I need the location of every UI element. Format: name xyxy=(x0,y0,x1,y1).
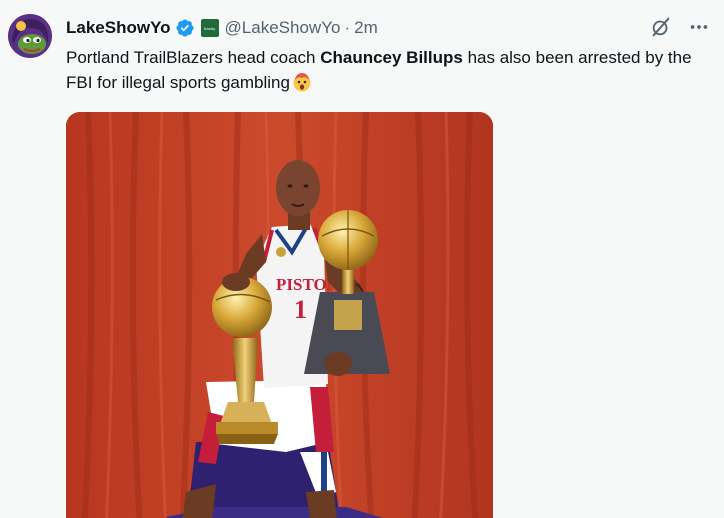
exploding-head-emoji-icon xyxy=(292,72,312,92)
tweet-header: LakeShowYo Kandy @LakeShowYo · 2m xyxy=(66,17,378,39)
avatar-image xyxy=(8,14,52,58)
photo-illustration: PISTONS 1 xyxy=(66,112,493,518)
tweet-photo[interactable]: PISTONS 1 xyxy=(66,112,493,518)
tweet-text-bold-name[interactable]: Chauncey Billups xyxy=(320,48,463,67)
affiliate-badge-text: Kandy xyxy=(203,25,216,31)
tweet-actions xyxy=(648,14,712,40)
more-options-icon[interactable] xyxy=(686,14,712,40)
tweet-text: Portland TrailBlazers head coach Chaunce… xyxy=(66,45,716,95)
tweet[interactable]: LakeShowYo Kandy @LakeShowYo · 2m Portla… xyxy=(0,0,724,518)
separator-dot: · xyxy=(344,18,351,37)
display-name[interactable]: LakeShowYo xyxy=(66,18,171,38)
affiliate-badge[interactable]: Kandy xyxy=(200,19,219,37)
timestamp[interactable]: 2m xyxy=(354,18,378,38)
verified-badge-icon xyxy=(175,18,195,38)
handle[interactable]: @LakeShowYo xyxy=(225,18,341,38)
grok-icon[interactable] xyxy=(648,14,674,40)
tweet-text-part-1: Portland TrailBlazers head coach xyxy=(66,48,321,67)
jersey-number: 1 xyxy=(294,295,307,324)
avatar[interactable] xyxy=(8,14,52,58)
